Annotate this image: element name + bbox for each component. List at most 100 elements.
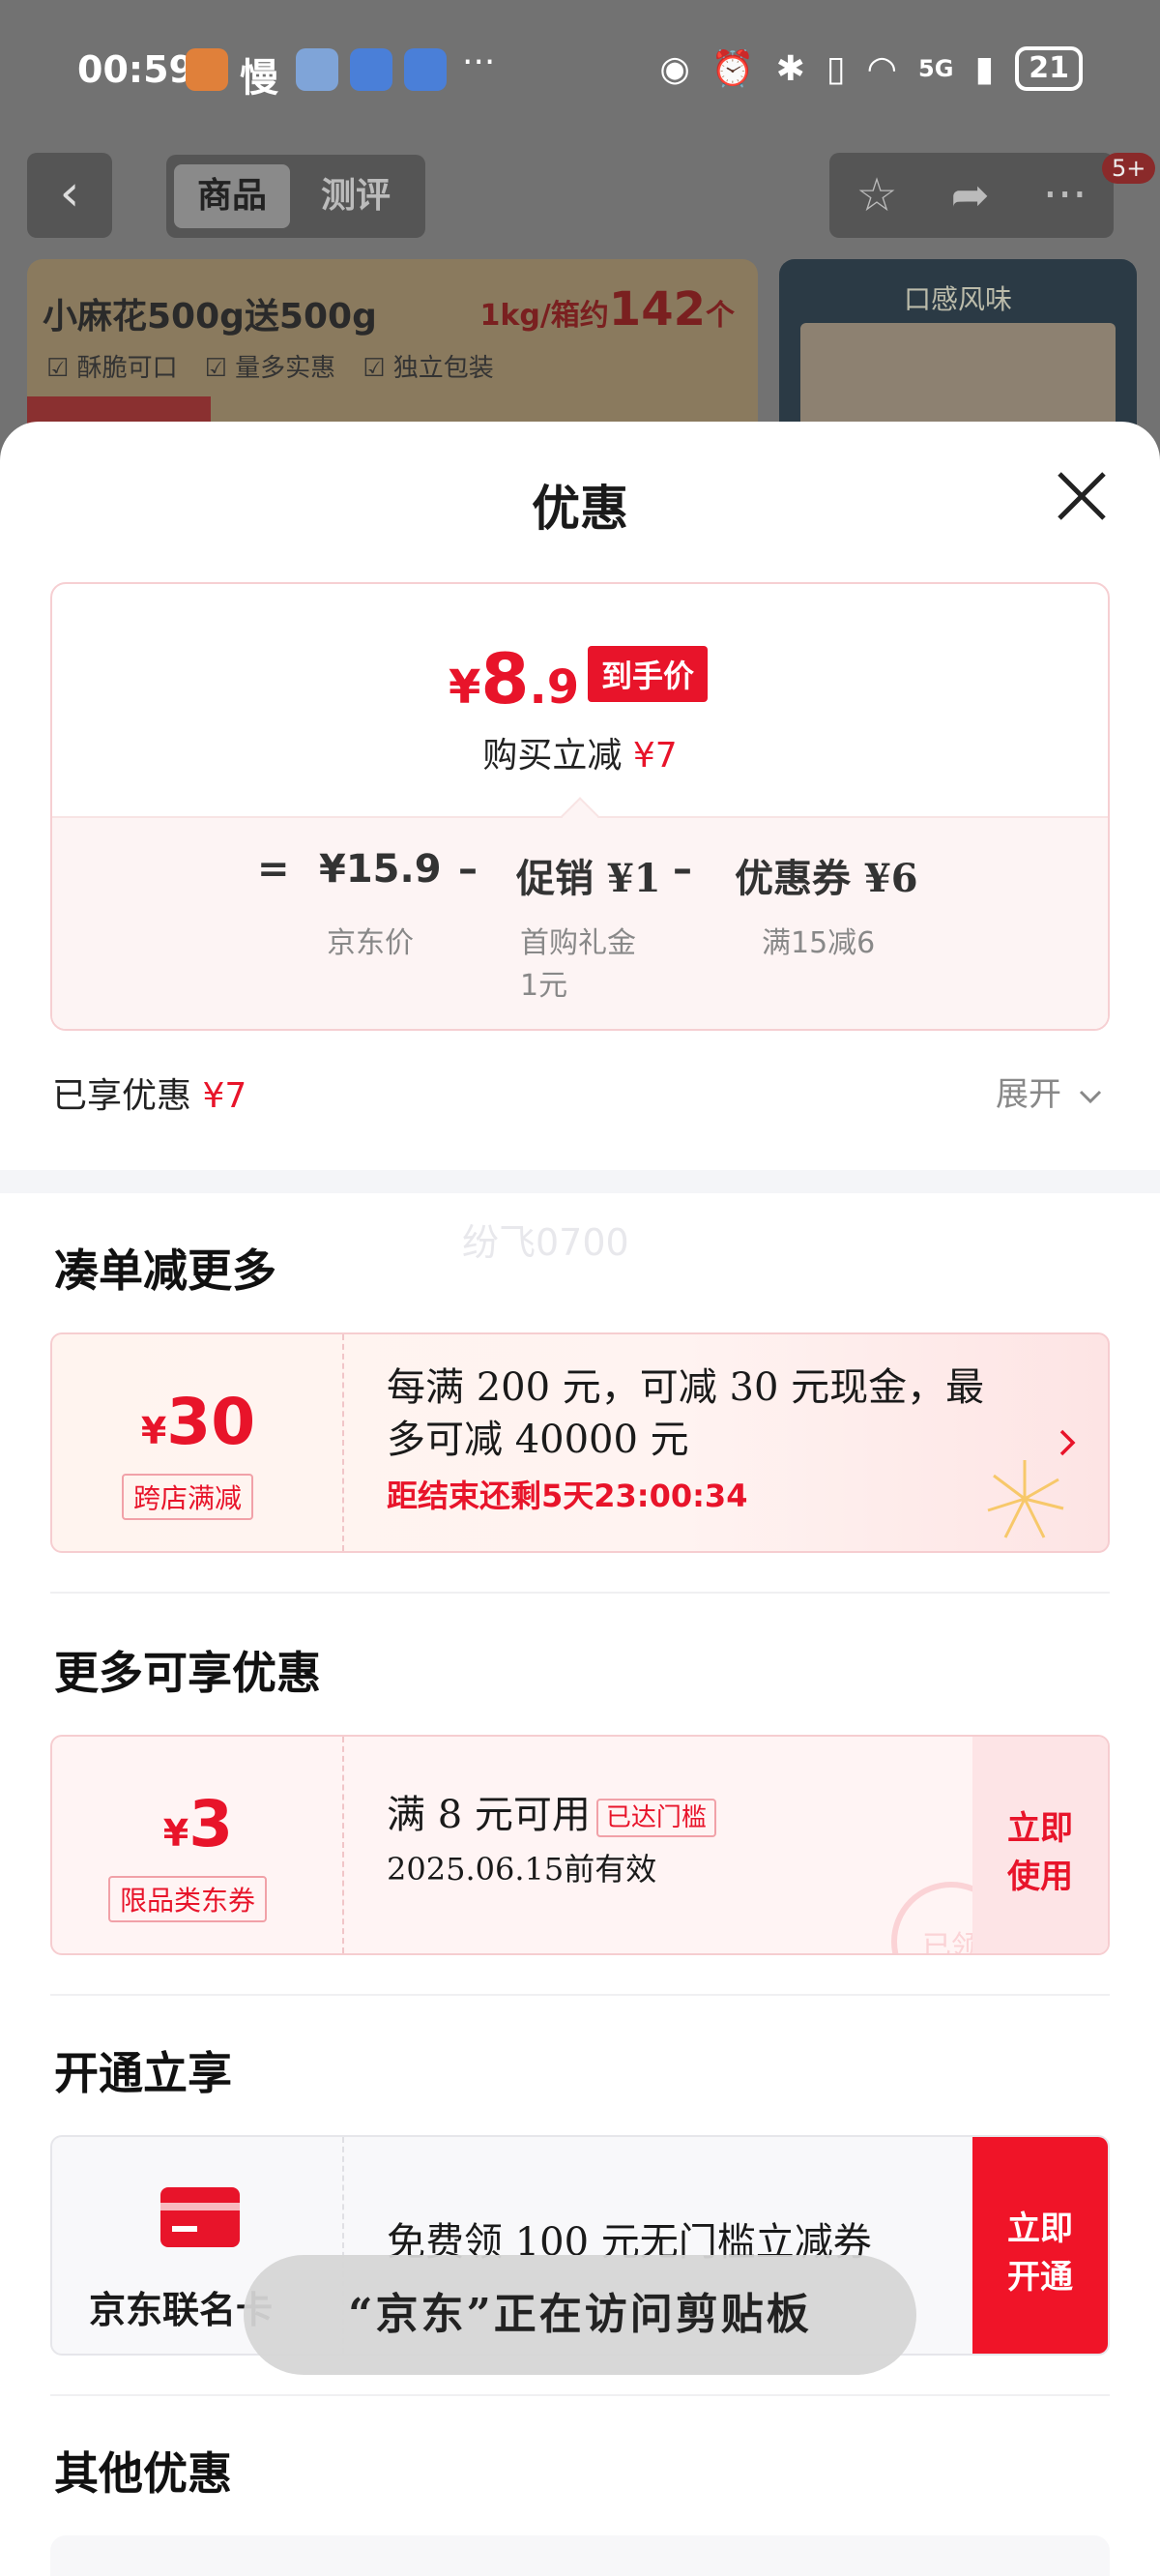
expand-label: 展开 [996,1075,1061,1114]
section-title-other: 其他优惠 [54,2447,232,2500]
final-price: ¥8.9 [449,638,579,719]
product-title: 小麻花500g送500g [43,297,377,337]
coupon-label: 满15减6 [762,926,876,960]
product-features: ☑ 酥脆可口 ☑ 量多实惠 ☑ 独立包装 [46,348,494,384]
side-card-title: 口感风味 [903,283,1012,315]
promo-label-line2: 1元 [520,969,568,1003]
wifi-icon: ◠ [866,48,898,89]
use-button-line1: 立即 [1007,1809,1073,1848]
open-button-line1: 立即 [1007,2210,1073,2248]
price-integer: 8 [480,638,530,719]
price-suffix: 个 [706,299,735,333]
use-now-button[interactable]: 立即 使用 [972,1737,1108,1953]
price-breakdown-card: ¥8.9 到手价 购买立减 ¥7 = ¥15.9 – 促销 ¥1 – 优惠券 ¥… [50,582,1110,1031]
use-button-line2: 使用 [1007,1858,1073,1896]
more-notifications-icon: ··· [462,43,496,82]
message-icon [350,48,392,91]
eye-icon: ◉ [659,48,690,89]
network-label: 5G [918,55,954,82]
final-price-tag: 到手价 [588,646,709,702]
status-icons: ◉ ⏰ ✱ ▯ ◠ 5G ▮ 21 [659,46,1083,91]
section-separator [50,1592,1110,1594]
cross-store-coupon[interactable]: ¥30 跨店满减 每满 200 元，可减 30 元现金，最 多可减 40000 … [50,1332,1110,1553]
coupon-description: 每满 200 元，可减 30 元现金，最 多可减 40000 元 [387,1361,984,1466]
final-price-area: ¥8.9 到手价 购买立减 ¥7 [52,584,1108,816]
feature-item: ☑ 量多实惠 [204,354,336,383]
message-icon-2 [404,48,447,91]
open-now-button[interactable]: 立即 开通 [972,2137,1108,2354]
price-count: 142 [608,282,706,337]
reduce-label: 购买立减 [482,736,623,776]
formula-base-price: ¥15.9 [319,847,442,892]
tab-review[interactable]: 测评 [298,164,414,228]
credit-card-icon [160,2187,240,2247]
sheet-title: 优惠 [532,480,628,537]
coupon-text-line1: 每满 200 元，可减 30 元现金，最 [387,1365,985,1410]
expand-button[interactable]: 展开 [996,1068,1103,1115]
promo-label-line1: 首购礼金 [520,926,636,960]
coupon-symbol: ¥ [140,1410,167,1452]
coupon-tag: 跨店满减 [122,1474,254,1520]
enjoyed-label: 已享优惠 [52,1076,192,1116]
alarm-icon: ⏰ [710,49,755,89]
feature-item: ☑ 独立包装 [362,354,494,383]
open-button-line2: 开通 [1007,2258,1073,2297]
feature-label: 酥脆可口 [76,354,178,383]
coupon-validity: 2025.06.15前有效 [387,1851,657,1888]
background-tabs: 商品 测评 [166,155,425,238]
coupon-amount: ¥3 [52,1787,344,1861]
app-notification-icon [186,48,228,91]
coupon-symbol: ¥ [162,1812,189,1855]
coupon-amount: ¥30 [52,1385,344,1459]
chevron-down-icon [1079,1090,1101,1104]
feature-label: 量多实惠 [235,354,336,383]
coupon-value: 30 [166,1385,256,1459]
vibrate-icon: ▯ [826,48,846,89]
threshold-tag: 已达门槛 [595,1799,716,1837]
signal-icon: ▮ [974,48,995,89]
coupon-condition-text: 满 8 元可用 [387,1793,591,1837]
price-symbol: ¥ [449,660,481,715]
base-price-label: 京东价 [327,926,414,960]
discount-sheet: 优惠 ¥8.9 到手价 购买立减 ¥7 = ¥15.9 – 促销 ¥1 – 优惠… [0,422,1160,2576]
formula-promo: 促销 ¥1 [516,856,661,901]
product-price-info: 1kg/箱约142个 [480,282,735,337]
slow-app-label: 慢 [240,56,278,101]
section-divider [0,1170,1160,1193]
weather-icon [296,48,338,91]
tab-product[interactable]: 商品 [174,164,290,228]
back-button[interactable]: ‹ [27,153,112,238]
background-actions: ☆ ➦ ··· [829,153,1114,238]
section-title-open: 开通立享 [54,2047,232,2099]
firework-decoration-icon [987,1460,1064,1538]
formula-coupon: 优惠券 ¥6 [735,856,918,901]
bluetooth-icon: ✱ [775,48,805,89]
formula-equals: = [257,847,290,892]
other-offer-card[interactable] [50,2535,1110,2576]
coupon-text-line2: 多可减 40000 元 [387,1418,689,1462]
section-title-bundle: 凑单减更多 [54,1244,276,1297]
close-icon[interactable] [1054,468,1110,524]
reduce-amount: ¥7 [632,736,678,776]
coupon-countdown: 距结束还剩5天23:00:34 [387,1478,748,1514]
status-time: 00:59 [77,48,194,91]
notification-badge: 5+ [1102,153,1156,184]
formula-minus-2: – [673,847,692,892]
status-bar: 00:59 慢 ··· ◉ ⏰ ✱ ▯ ◠ 5G ▮ 21 [0,39,1160,106]
coupon-condition: 满 8 元可用 已达门槛 [387,1789,716,1841]
price-decimal: .9 [529,660,580,715]
coupon-left: ¥3 限品类东券 [52,1737,344,1953]
feature-item: ☑ 酥脆可口 [46,354,178,383]
price-formula-area: = ¥15.9 – 促销 ¥1 – 优惠券 ¥6 京东价 首购礼金 1元 满15… [52,816,1108,1029]
star-icon[interactable]: ☆ [856,168,897,222]
feature-label: 独立包装 [392,354,494,383]
share-icon[interactable]: ➦ [951,168,990,222]
section-title-more: 更多可享优惠 [54,1647,321,1699]
section-separator [50,2394,1110,2396]
coupon-tag: 限品类东券 [108,1876,268,1922]
more-icon[interactable]: ··· [1043,168,1088,222]
background-nav: ‹ 商品 测评 ☆ ➦ ··· [0,153,1160,240]
watermark: 纷飞0700 [462,1221,629,1264]
coupon-left: ¥30 跨店满减 [52,1334,344,1551]
clipboard-toast: “京东”正在访问剪贴板 [244,2255,916,2375]
